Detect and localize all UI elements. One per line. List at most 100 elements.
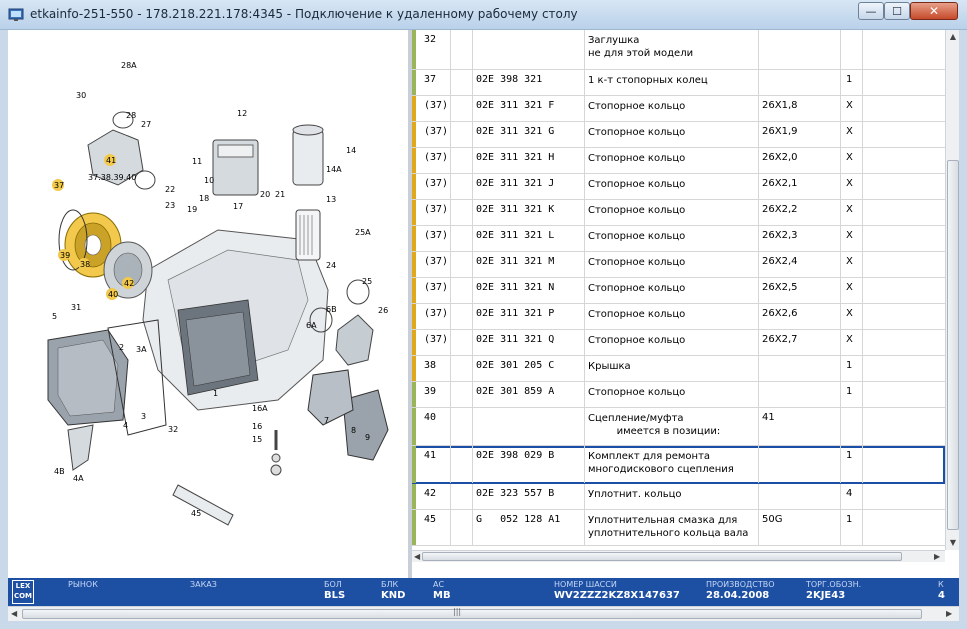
column-divider [758, 30, 759, 69]
table-row[interactable]: 41 02E 398 029 B Комплект для ремонта мног… [412, 446, 945, 484]
callout-label-11[interactable]: 11 [192, 157, 202, 166]
callout-label-28A[interactable]: 28A [121, 61, 137, 70]
table-row[interactable]: (37) 02E 311 321 K Стопорное кольцо 26X2,2 X [412, 200, 945, 226]
table-row[interactable]: (37) 02E 311 321 M Стопорное кольцо 26X2,4 X [412, 252, 945, 278]
bottom-scroll-left-icon[interactable]: ◀ [11, 609, 17, 618]
callout-label-32[interactable]: 32 [168, 425, 178, 434]
callout-label-25A[interactable]: 25A [355, 228, 371, 237]
bottom-scroll-thumb[interactable] [22, 609, 922, 619]
callout-label-18[interactable]: 18 [199, 194, 209, 203]
table-row[interactable]: (37) 02E 311 321 Q Стопорное кольцо 26X2,7 X [412, 330, 945, 356]
scroll-right-icon[interactable]: ▶ [934, 551, 940, 562]
callout-label-45[interactable]: 45 [191, 509, 201, 518]
status-label: БЛК [381, 580, 399, 589]
callout-label-13[interactable]: 13 [326, 195, 336, 204]
callout-label-6A[interactable]: 6A [306, 321, 317, 330]
cell-pos: 45 [424, 514, 437, 525]
column-divider [472, 304, 473, 329]
cell-name: Заглушка не для этой модели [588, 35, 694, 59]
callout-label-37[interactable]: 37 [54, 181, 64, 190]
callout-label-22[interactable]: 22 [165, 185, 175, 194]
table-row[interactable]: 40 Сцепление/муфта имеется в позиции: 41 [412, 408, 945, 446]
callout-label-10[interactable]: 10 [204, 176, 214, 185]
parts-vertical-scrollbar[interactable]: ▲ ▼ [945, 30, 959, 550]
callout-label-9[interactable]: 9 [365, 433, 370, 442]
callout-label-19[interactable]: 19 [187, 205, 197, 214]
callout-label-31[interactable]: 31 [71, 303, 81, 312]
column-divider [758, 226, 759, 251]
table-row[interactable]: 38 02E 301 205 C Крышка 1 [412, 356, 945, 382]
callout-label-1[interactable]: 1 [213, 389, 218, 398]
table-row[interactable]: 32 Заглушка не для этой модели [412, 30, 945, 70]
table-row[interactable]: 39 02E 301 859 A Стопорное кольцо 1 [412, 382, 945, 408]
cell-qty: X [846, 230, 853, 241]
scroll-down-icon[interactable]: ▼ [946, 536, 960, 550]
table-row[interactable]: 37 02E 398 321 1 к-т стопорных колец 1 [412, 70, 945, 96]
callout-label-5[interactable]: 5 [52, 312, 57, 321]
parts-horizontal-scrollbar[interactable]: ◀ ▶ [412, 550, 945, 562]
callout-label-41[interactable]: 41 [106, 156, 116, 165]
close-button[interactable]: ✕ [910, 2, 958, 20]
scroll-thumb[interactable] [947, 160, 959, 530]
table-row[interactable]: (37) 02E 311 321 F Стопорное кольцо 26X1,8 X [412, 96, 945, 122]
callout-label-21[interactable]: 21 [275, 190, 285, 199]
callout-label-6B[interactable]: 6B [326, 305, 337, 314]
exploded-parts-diagram[interactable]: 28A 30 28 27 12 11 14 14A 10 13 41 37.38.39.40 37 22 2… [8, 30, 408, 578]
callout-label-17[interactable]: 17 [233, 202, 243, 211]
column-divider [584, 148, 585, 173]
callout-label-4[interactable]: 4 [123, 421, 128, 430]
callout-label-14A[interactable]: 14A [326, 165, 342, 174]
callout-label-7[interactable]: 7 [324, 416, 329, 425]
table-row[interactable]: 42 02E 323 557 B Уплотнит. кольцо 4 [412, 484, 945, 510]
cell-part: 02E 311 321 K [476, 204, 555, 215]
cell-qty: X [846, 334, 853, 345]
callout-label-26[interactable]: 26 [378, 306, 388, 315]
table-row[interactable]: (37) 02E 311 321 H Стопорное кольцо 26X2,0 X [412, 148, 945, 174]
table-row[interactable]: (37) 02E 311 321 J Стопорное кольцо 26X2,1 X [412, 174, 945, 200]
cell-part: G 052 128 A1 [476, 514, 561, 525]
column-divider [472, 330, 473, 355]
cell-name: Стопорное кольцо [588, 179, 686, 190]
callout-label-30[interactable]: 30 [76, 91, 86, 100]
table-row[interactable]: 45 G 052 128 A1 Уплотнительная смазка для … [412, 510, 945, 546]
bottom-scroll-right-icon[interactable]: ▶ [946, 609, 952, 618]
table-row[interactable]: (37) 02E 311 321 P Стопорное кольцо 26X2,6 X [412, 304, 945, 330]
maximize-button[interactable]: ☐ [884, 2, 910, 20]
callout-label-4B[interactable]: 4B [54, 467, 65, 476]
scroll-left-icon[interactable]: ◀ [414, 551, 420, 562]
column-divider [862, 330, 863, 355]
callout-label-12[interactable]: 12 [237, 109, 247, 118]
callout-label-14[interactable]: 14 [346, 146, 356, 155]
status-value: MB [433, 590, 451, 601]
hscroll-thumb[interactable] [422, 552, 902, 561]
callout-label-8[interactable]: 8 [351, 426, 356, 435]
callout-label-40[interactable]: 40 [108, 290, 118, 299]
callout-label-23[interactable]: 23 [165, 201, 175, 210]
table-row[interactable]: (37) 02E 311 321 N Стопорное кольцо 26X2,5 X [412, 278, 945, 304]
row-status-bar [412, 148, 416, 173]
callout-label-16[interactable]: 16 [252, 422, 262, 431]
callout-label-20[interactable]: 20 [260, 190, 270, 199]
callout-label-28[interactable]: 28 [126, 111, 136, 120]
callout-label-3[interactable]: 3 [141, 412, 146, 421]
window-horizontal-scrollbar[interactable]: ◀ ||| ▶ [8, 606, 959, 621]
column-divider [862, 226, 863, 251]
column-divider [758, 510, 759, 545]
table-row[interactable]: (37) 02E 311 321 L Стопорное кольцо 26X2,3 X [412, 226, 945, 252]
callout-label-42[interactable]: 42 [124, 279, 134, 288]
table-row[interactable]: (37) 02E 311 321 G Стопорное кольцо 26X1,9 X [412, 122, 945, 148]
callout-label-37-38-39-40[interactable]: 37.38.39.40 [88, 173, 136, 182]
callout-label-27[interactable]: 27 [141, 120, 151, 129]
callout-label-39[interactable]: 39 [60, 251, 70, 260]
minimize-button[interactable]: — [858, 2, 884, 20]
callout-label-25[interactable]: 25 [362, 277, 372, 286]
callout-label-24[interactable]: 24 [326, 261, 336, 270]
callout-label-16A[interactable]: 16A [252, 404, 268, 413]
row-status-bar [412, 510, 416, 545]
callout-label-3A[interactable]: 3A [136, 345, 147, 354]
callout-label-15[interactable]: 15 [252, 435, 262, 444]
scroll-up-icon[interactable]: ▲ [946, 30, 960, 44]
callout-label-2[interactable]: 2 [119, 343, 124, 352]
callout-label-38[interactable]: 38 [80, 260, 90, 269]
callout-label-4A[interactable]: 4A [73, 474, 84, 483]
